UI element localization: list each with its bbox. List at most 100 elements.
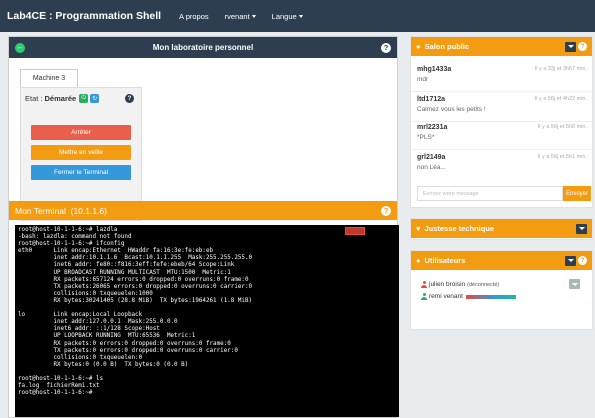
justesse-header: ♥ Justesse technique [411,219,592,238]
terminal-line: inet addr:127.0.0.1 Mask:255.0.0.0 [18,319,178,326]
message-time: Il y a 56j et 5h0 min. [537,124,587,130]
user-icon: ● [416,256,421,265]
message-text: non Léa... [417,164,446,171]
users-help-icon[interactable]: ? [578,256,587,265]
chat-card: ● Salon public ? mhg1433a Il y a 33j et … [410,36,593,208]
terminal-line: lo Link encap:Local Loopback [18,312,143,319]
user-row[interactable]: julien broisin (déconnecté) [421,281,499,288]
chevron-down-icon [567,45,574,48]
message-time: Il y a 56j et 5h1 min. [537,154,587,160]
terminal-header: Mon Terminal (10.1.1.6) ? [9,201,397,220]
user-expand-button[interactable] [569,279,580,289]
chat-message: mrl2231a Il y a 56j et 5h0 min. *PLS* [417,124,587,141]
power-icon[interactable]: ⏻ [79,94,89,103]
stop-button[interactable]: Arrêter [31,125,131,140]
chat-help-icon[interactable]: ? [578,42,587,51]
terminal-line: RX packets:657124 errors:0 dropped:0 ove… [18,276,249,283]
chevron-down-icon [578,227,585,230]
terminal-screen[interactable]: root@host-10-1-1-6:~# lazdla -bash: lazdl… [15,225,399,417]
divider [411,91,592,92]
user-name: remi venant [429,293,463,300]
terminal-title: Mon Terminal (10.1.1.6) [15,206,381,216]
brand-title[interactable]: Lab4CE : Programmation Shell [7,10,161,22]
nav-user-label: rvenant [224,11,250,21]
message-time: Il y a 33j et 3h57 min. [534,66,587,72]
heart-icon: ♥ [416,224,421,233]
terminal-line: UP BROADCAST RUNNING MULTICAST MTU:1500 … [18,269,231,276]
users-card: ● Utilisateurs ? julien broisin (déconne… [410,250,593,330]
help-icon[interactable]: ? [381,42,391,53]
terminal-line: inet addr:10.1.1.6 Bcast:10.1.1.255 Mask… [18,255,253,262]
terminal-line: root@host-10-1-1-6:~# ifconfig [18,241,125,248]
terminal-status-badge [345,227,365,235]
terminal-line: root@host-10-1-1-6:~# ls [18,375,104,382]
terminal-title-label: Mon Terminal [15,205,66,216]
chat-message-input[interactable]: Ecrivez votre message [417,186,563,201]
terminal-line: TX packets:0 errors:0 dropped:0 overruns… [18,347,238,354]
lab-panel: ← Mon laboratoire personnel ? Machine 3 … [8,36,399,418]
chat-title: Salon public [424,42,470,51]
nav-language-menu[interactable]: Langue [272,12,303,21]
user-row[interactable]: remi venant [421,293,516,300]
terminal-help-icon[interactable]: ? [381,205,391,216]
terminal-line: inet6 addr: ::1/128 Scope:Host [18,326,160,333]
state-label: Etat : [25,94,43,103]
machine-state: Etat : Démarée ⏻ ↻ [25,94,101,103]
users-title: Utilisateurs [424,256,466,265]
activity-bar [465,294,516,299]
collapse-button[interactable] [576,223,587,234]
back-arrow-icon[interactable]: ← [15,42,25,53]
chevron-down-icon [571,282,578,286]
terminal-ip: (10.1.1.6) [70,205,107,216]
terminal-line: RX bytes:30241405 (28.8 MiB) TX bytes:19… [18,297,253,304]
chevron-down-icon [567,259,574,262]
state-value: Démarée [44,94,77,103]
send-button[interactable]: Envoyer [563,186,591,201]
terminal-line: -bash: lazdla: command not found [18,234,132,241]
chat-message: grl2149a Il y a 56j et 5h1 min. non Léa.… [417,154,587,171]
divider [411,121,592,122]
tab-machine-3[interactable]: Machine 3 [20,69,78,87]
chevron-down-icon [251,15,256,19]
collapse-button[interactable] [565,41,576,52]
sleep-button[interactable]: Mettre en veille [31,145,131,160]
justesse-card: ♥ Justesse technique [410,218,593,240]
navbar: Lab4CE : Programmation Shell A propos rv… [0,0,595,32]
refresh-icon[interactable]: ↻ [90,94,100,103]
terminal-line: inet6 addr: fe80::f816:3eff:fefe:ebeb/64… [18,262,235,269]
terminal-line: root@host-10-1-1-6:~# [18,390,97,397]
chat-message: ltd1712a Il y a 56j et 4h22 min. Calmez … [417,96,587,113]
terminal-line: eth0 Link encap:Ethernet HWaddr fa:16:3e… [18,248,214,255]
terminal-line: fa.log fichierRemi.txt [18,383,100,390]
terminal-line: collisions:0 txqueuelen:0 [18,354,143,361]
justesse-title: Justesse technique [424,224,495,233]
terminal-line: root@host-10-1-1-6:~# lazdla [18,227,118,233]
close-terminal-button[interactable]: Fermer le Terminal [31,165,131,180]
user-offline-icon [421,281,427,288]
lab-header: ← Mon laboratoire personnel ? [9,37,397,58]
terminal-line: RX bytes:0 (0.0 B) TX bytes:0 (0.0 B) [18,361,189,368]
nav-language-label: Langue [271,11,297,21]
chat-header: ● Salon public ? [411,37,592,56]
lab-title: Mon laboratoire personnel [152,43,254,52]
message-text: mdr [417,76,429,83]
message-time: Il y a 56j et 4h22 min. [534,96,587,102]
chevron-down-icon [298,15,303,19]
terminal-line: TX packets:26065 errors:0 dropped:0 over… [18,283,253,290]
terminal-line: collisions:0 txqueuelen:1000 [18,290,153,297]
terminal-output: root@host-10-1-1-6:~# lazdla -bash: lazdl… [18,227,396,397]
nav-about-link[interactable]: A propos [179,12,209,21]
collapse-button[interactable] [565,255,576,266]
machine-help-icon[interactable]: ? [125,94,134,103]
user-status: (déconnecté) [467,281,500,288]
divider [411,149,592,150]
message-text: Calmez vous les petits ! [417,106,486,113]
users-header: ● Utilisateurs ? [411,251,592,270]
user-online-icon [421,293,427,300]
chat-message: mhg1433a Il y a 33j et 3h57 min. mdr [417,66,587,83]
terminal-line: RX packets:0 errors:0 dropped:0 overruns… [18,340,231,347]
nav-user-menu[interactable]: rvenant [225,12,256,21]
user-name: julien broisin [429,281,466,288]
